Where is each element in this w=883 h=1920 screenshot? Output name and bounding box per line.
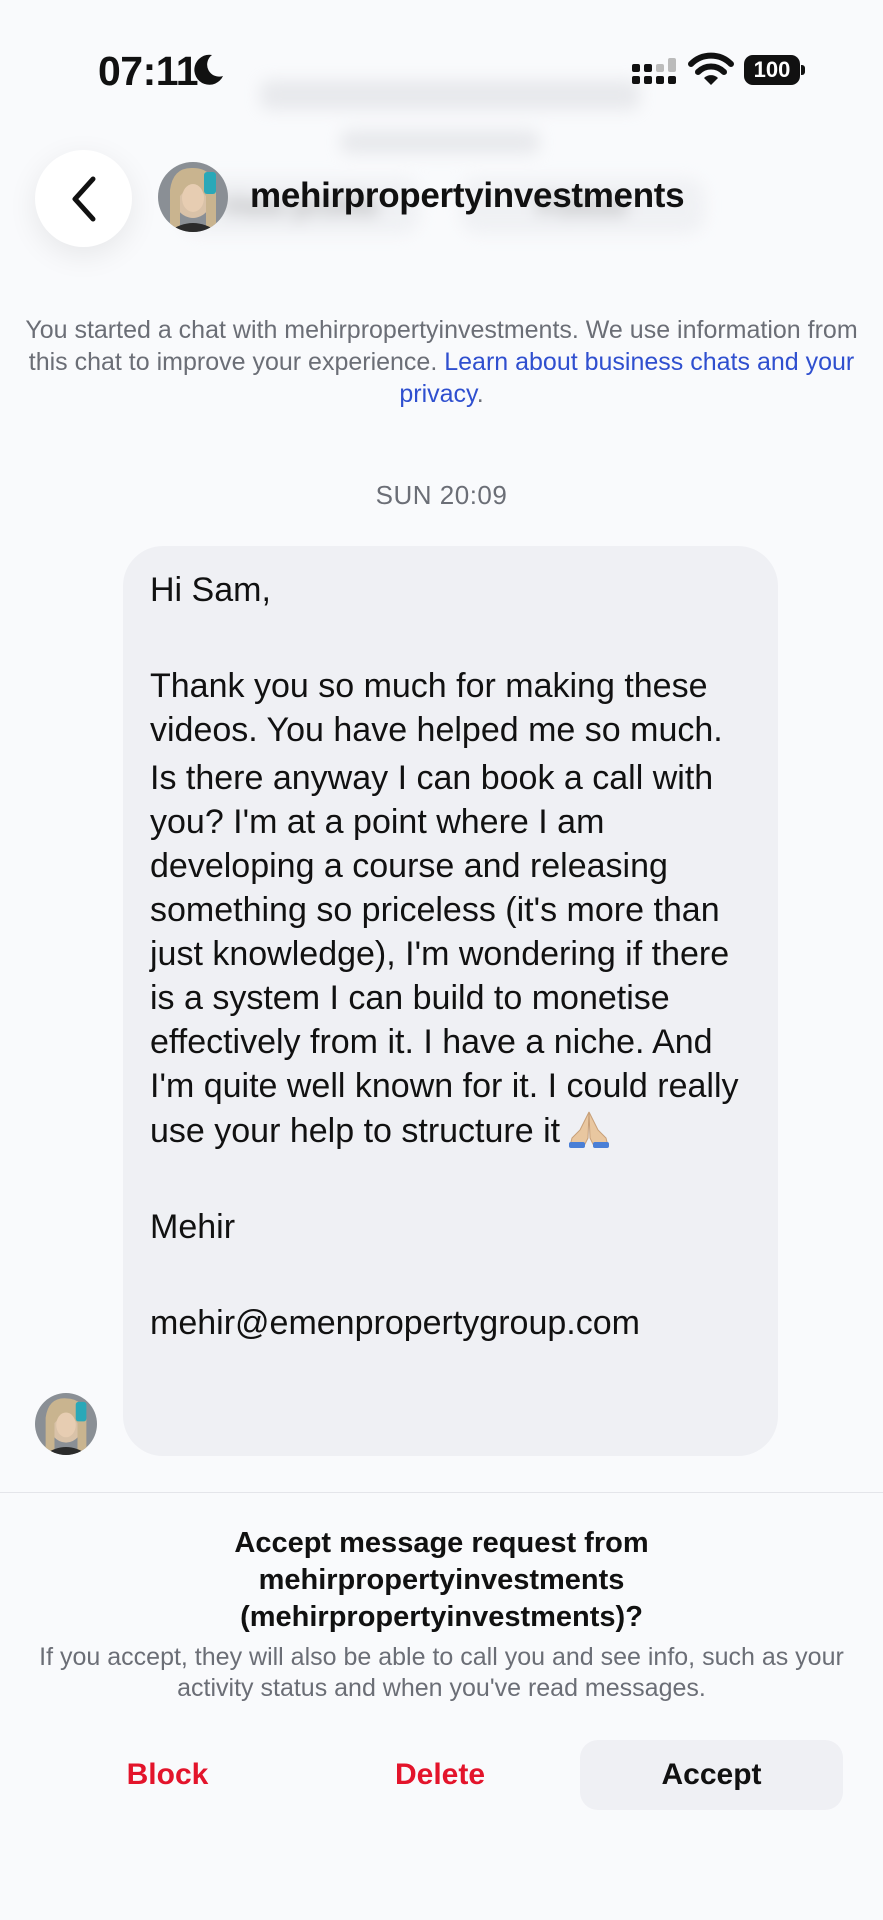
accept-button[interactable]: Accept <box>580 1740 843 1810</box>
delete-button[interactable]: Delete <box>345 1740 535 1810</box>
message-paragraph: Is there anyway I can book a call with y… <box>150 759 739 1150</box>
moon-icon <box>194 54 223 85</box>
chat-screen: View profile Follow 07:11 100 mehirprope… <box>0 0 883 1920</box>
back-button[interactable] <box>35 150 132 247</box>
status-time: 07:11 <box>98 48 199 94</box>
wifi-icon <box>688 52 734 85</box>
signal-icon <box>632 58 676 84</box>
block-button[interactable]: Block <box>70 1740 265 1810</box>
chat-username[interactable]: mehirpropertyinvestments <box>250 176 685 216</box>
message-paragraph: Thank you so much for making these video… <box>150 667 723 749</box>
battery-icon: 100 <box>744 55 806 85</box>
message-signature: Mehir <box>150 1208 236 1246</box>
request-description: If you accept, they will also be able to… <box>39 1643 844 1702</box>
privacy-learn-more-link[interactable]: Learn about business chats and your priv… <box>399 348 854 408</box>
message-greeting: Hi Sam, <box>150 571 271 609</box>
avatar-image <box>35 1393 97 1455</box>
avatar-image <box>158 162 228 232</box>
pray-emoji-icon <box>569 1111 610 1148</box>
divider <box>0 1492 883 1493</box>
status-bar: 07:11 100 <box>0 0 883 140</box>
message-email[interactable]: mehir@emenpropertygroup.com <box>150 1301 752 1345</box>
header-avatar[interactable] <box>158 162 228 232</box>
message-bubble[interactable]: Hi Sam, Thank you so much for making the… <box>123 546 778 1456</box>
privacy-notice: You started a chat with mehirpropertyinv… <box>25 316 858 408</box>
message-timestamp: SUN 20:09 <box>375 480 508 510</box>
sender-avatar[interactable] <box>35 1393 97 1455</box>
back-chevron-icon <box>72 176 95 221</box>
request-title: Accept message request from mehirpropert… <box>234 1527 649 1633</box>
battery-level: 100 <box>744 55 800 85</box>
